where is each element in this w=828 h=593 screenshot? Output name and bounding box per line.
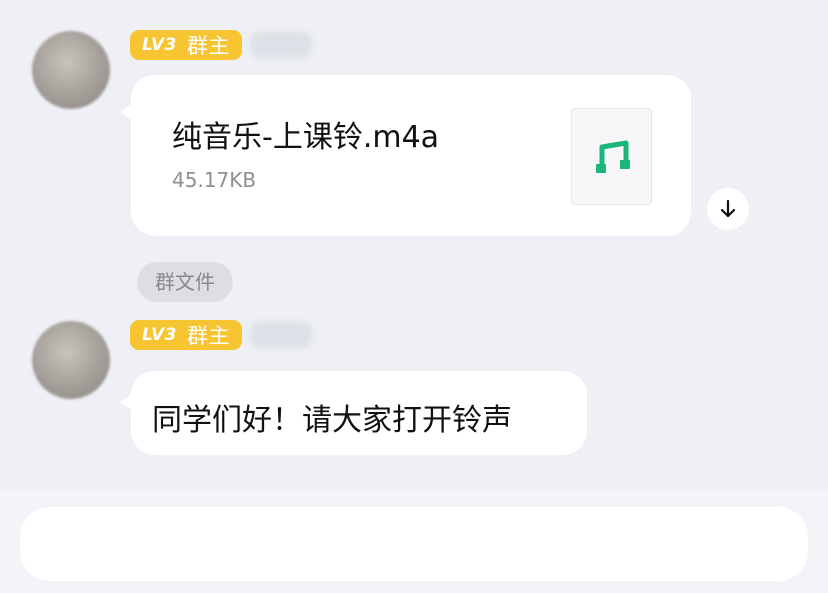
avatar[interactable] [32, 31, 110, 109]
music-note-icon [595, 140, 630, 173]
file-name: 纯音乐-上课铃.m4a [172, 120, 440, 155]
file-message-bubble[interactable]: 纯音乐-上课铃.m4a 45.17KB [120, 75, 691, 236]
text-message-bubble[interactable]: 同学们好！请大家打开铃声 [120, 371, 587, 455]
group-file-tag[interactable]: 群文件 [137, 262, 233, 302]
level-label: LV3 [142, 325, 177, 345]
level-label: LV3 [142, 35, 177, 55]
file-thumbnail [571, 108, 652, 205]
sender-name-blurred [249, 322, 312, 348]
message-input[interactable] [20, 507, 808, 581]
download-button[interactable] [707, 188, 749, 230]
role-label: 群主 [186, 34, 230, 58]
sender-name-blurred [249, 32, 312, 58]
sender-header: LV3 群主 [130, 319, 312, 351]
sender-header: LV3 群主 [130, 29, 312, 61]
message-text: 同学们好！请大家打开铃声 [152, 403, 512, 438]
input-bar [0, 490, 828, 593]
level-badge: LV3 群主 [130, 320, 242, 350]
role-label: 群主 [186, 324, 230, 348]
level-badge: LV3 群主 [130, 30, 242, 60]
file-size: 45.17KB [172, 168, 257, 192]
download-arrow-icon [720, 199, 736, 218]
avatar[interactable] [32, 321, 110, 399]
